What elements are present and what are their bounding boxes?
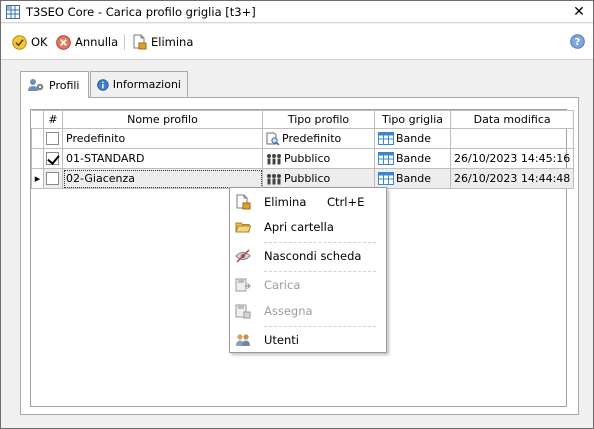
- menu-item-nascondi-scheda[interactable]: Nascondi scheda: [230, 245, 386, 267]
- cancel-button[interactable]: Annulla: [56, 33, 118, 51]
- window-title: T3SEO Core - Carica profilo griglia [t3+…: [26, 5, 256, 19]
- menu-item-label: Utenti: [264, 333, 299, 347]
- people-group-icon: [267, 154, 281, 165]
- tab-profili[interactable]: Profili: [20, 71, 89, 98]
- toolbar-separator: [124, 34, 125, 50]
- ok-label: OK: [31, 35, 48, 49]
- grid-type-label: Bande: [396, 151, 432, 165]
- title-bar[interactable]: T3SEO Core - Carica profilo griglia [t3+…: [1, 1, 593, 23]
- profile-type-cell[interactable]: Pubblico: [262, 148, 375, 169]
- grid-type-label: Bande: [396, 171, 432, 185]
- tab-informazioni-label: Informazioni: [112, 78, 181, 91]
- menu-item-apri-cartella[interactable]: Apri cartella: [230, 216, 386, 238]
- document-search-icon: [266, 132, 280, 146]
- profile-type-label: Pubblico: [284, 172, 331, 185]
- row-indicator: [31, 148, 44, 169]
- menu-separator: [264, 242, 376, 243]
- ok-button[interactable]: OK: [12, 33, 48, 51]
- delete-document-icon: [133, 34, 147, 50]
- menu-separator: [264, 271, 376, 272]
- grid-type-cell[interactable]: Bande: [374, 148, 451, 169]
- context-menu: Elimina Ctrl+E Apri cartella Nascondi sc…: [229, 187, 387, 353]
- dialog-window: T3SEO Core - Carica profilo griglia [t3+…: [0, 0, 594, 429]
- modified-date-cell[interactable]: 26/10/2023 14:45:16: [449, 148, 575, 169]
- delete-label: Elimina: [151, 35, 194, 49]
- toolbar: OK Annulla Elimina ?: [1, 24, 593, 60]
- table-row[interactable]: Predefinito Predefinito Bande: [31, 128, 575, 149]
- profile-type-cell[interactable]: Pubblico: [262, 168, 375, 189]
- menu-item-elimina[interactable]: Elimina Ctrl+E: [230, 191, 386, 213]
- cancel-x-icon: [56, 34, 71, 50]
- grid-header-row: # Nome profilo Tipo profilo Tipo griglia…: [31, 110, 575, 129]
- info-icon: [97, 78, 109, 91]
- row-checkbox-cell[interactable]: [43, 128, 63, 149]
- grid-type-cell[interactable]: Bande: [374, 128, 451, 149]
- profile-name-cell[interactable]: 01-STANDARD: [62, 148, 263, 169]
- menu-item-label: Assegna: [264, 304, 313, 318]
- profile-name-cell[interactable]: 02-Giacenza: [62, 168, 263, 189]
- header-profile-name[interactable]: Nome profilo: [62, 110, 263, 129]
- bands-grid-icon: [378, 152, 394, 166]
- row-indicator: ▸: [31, 168, 44, 189]
- hide-eye-icon: [235, 249, 251, 263]
- row-checkbox[interactable]: [46, 172, 59, 186]
- modified-date-cell[interactable]: 26/10/2023 14:44:48: [449, 168, 575, 189]
- header-modified-date[interactable]: Data modifica: [449, 110, 575, 129]
- grid-type-label: Bande: [396, 131, 432, 145]
- menu-item-label: Apri cartella: [264, 220, 334, 234]
- ok-check-icon: [12, 34, 27, 50]
- header-hash[interactable]: #: [43, 110, 63, 129]
- profiles-users-icon: [28, 79, 44, 91]
- folder-icon: [235, 222, 251, 233]
- table-row-selected[interactable]: ▸ 02-Giacenza Pubblico Bande 26/10/2023 …: [31, 168, 575, 189]
- profile-type-label: Pubblico: [284, 152, 331, 165]
- close-button[interactable]: ✕: [571, 3, 587, 21]
- menu-item-label: Elimina: [264, 195, 307, 209]
- bands-grid-icon: [378, 132, 394, 146]
- delete-button[interactable]: Elimina: [132, 33, 193, 51]
- profiles-grid[interactable]: # Nome profilo Tipo profilo Tipo griglia…: [31, 110, 575, 189]
- cancel-label: Annulla: [75, 35, 119, 49]
- menu-item-label: Carica: [264, 278, 301, 292]
- tab-informazioni[interactable]: Informazioni: [90, 71, 188, 97]
- svg-text:?: ?: [575, 37, 581, 48]
- grid-type-cell[interactable]: Bande: [374, 168, 451, 189]
- menu-item-assegna[interactable]: Assegna: [230, 300, 386, 322]
- menu-item-utenti[interactable]: Utenti: [230, 329, 386, 351]
- header-grid-type[interactable]: Tipo griglia: [374, 110, 451, 129]
- row-checkbox-cell[interactable]: [43, 148, 63, 169]
- people-group-icon: [267, 174, 281, 185]
- profile-type-cell[interactable]: Predefinito: [262, 128, 375, 149]
- row-checkbox-cell[interactable]: [43, 168, 63, 189]
- modified-date-cell[interactable]: [449, 128, 575, 149]
- menu-item-label: Nascondi scheda: [264, 249, 362, 263]
- menu-item-carica[interactable]: Carica: [230, 274, 386, 296]
- users-icon: [236, 334, 250, 346]
- profile-type-label: Predefinito: [282, 131, 342, 145]
- row-checkbox-checked[interactable]: [46, 152, 59, 166]
- help-icon[interactable]: ?: [570, 34, 585, 49]
- menu-item-shortcut: Ctrl+E: [327, 195, 365, 209]
- header-profile-type[interactable]: Tipo profilo: [262, 110, 375, 129]
- load-icon: [235, 278, 251, 292]
- table-row[interactable]: 01-STANDARD Pubblico Bande 26/10/2023 14…: [31, 148, 575, 169]
- assign-icon: [235, 304, 251, 319]
- menu-separator: [264, 326, 376, 327]
- app-grid-icon: [6, 5, 20, 19]
- header-indicator: [31, 110, 44, 129]
- row-checkbox[interactable]: [46, 132, 59, 146]
- delete-document-icon: [236, 194, 251, 210]
- bands-grid-icon: [378, 172, 394, 186]
- profile-name-cell[interactable]: Predefinito: [62, 128, 263, 149]
- row-indicator: [31, 128, 44, 149]
- tab-profili-label: Profili: [49, 78, 80, 92]
